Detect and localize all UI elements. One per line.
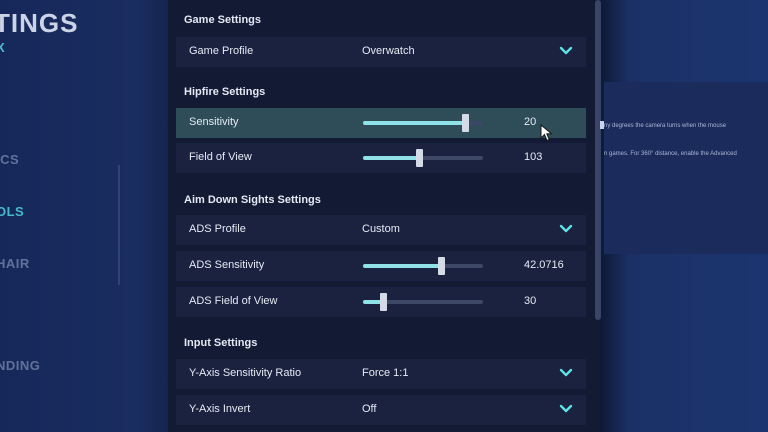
game-profile-dropdown[interactable]: Game Profile Overwatch [176, 37, 586, 67]
fov-slider-fill [363, 156, 420, 160]
ads-profile-label: ADS Profile [189, 223, 246, 235]
y-axis-ratio-dropdown[interactable]: Y-Axis Sensitivity Ratio Force 1:1 [176, 359, 586, 389]
chevron-down-icon[interactable] [558, 43, 574, 59]
ads-sensitivity-slider[interactable] [363, 257, 483, 275]
nav-item-crosshair[interactable]: HAIR [0, 256, 30, 271]
nav-divider [118, 165, 120, 285]
panel-scrollbar[interactable] [595, 0, 601, 320]
sensitivity-slider-fill [363, 121, 465, 125]
mouse-pointer-icon [540, 124, 553, 142]
fov-label: Field of View [189, 151, 252, 163]
nav-item-controls[interactable]: OLS [0, 204, 24, 219]
section-title-hipfire: Hipfire Settings [184, 86, 266, 98]
y-axis-invert-value: Off [362, 403, 377, 415]
section-title-input: Input Settings [184, 337, 258, 349]
ads-fov-row[interactable]: ADS Field of View 30 [176, 287, 586, 317]
section-title-game: Game Settings [184, 14, 262, 26]
fov-value: 103 [524, 151, 543, 163]
ads-sensitivity-row[interactable]: ADS Sensitivity 42.0716 [176, 251, 586, 281]
game-profile-value: Overwatch [362, 45, 415, 57]
ads-profile-dropdown[interactable]: ADS Profile Custom [176, 215, 586, 245]
fov-slider-thumb[interactable] [416, 149, 424, 167]
ads-sensitivity-slider-thumb[interactable] [438, 257, 445, 275]
sensitivity-value: 20 [524, 116, 537, 128]
ads-sensitivity-label: ADS Sensitivity [189, 259, 265, 271]
settings-subtitle: X [0, 40, 5, 55]
sensitivity-slider[interactable] [363, 114, 483, 132]
chevron-down-icon[interactable] [558, 221, 574, 237]
setting-description-panel [604, 82, 768, 254]
sensitivity-label: Sensitivity [189, 116, 239, 128]
game-profile-label: Game Profile [189, 45, 254, 57]
settings-screen: TINGS X ICS OLS HAIR NDING Game Settings… [0, 0, 768, 432]
y-axis-invert-dropdown[interactable]: Y-Axis Invert Off [176, 395, 586, 425]
description-line-1: ny degrees the camera turns when the mou… [604, 123, 727, 129]
fov-row[interactable]: Field of View 103 [176, 143, 586, 173]
chevron-down-icon[interactable] [558, 365, 574, 381]
y-axis-ratio-label: Y-Axis Sensitivity Ratio [189, 367, 302, 379]
nav-item-keybinding[interactable]: NDING [0, 358, 40, 373]
section-title-ads: Aim Down Sights Settings [184, 194, 321, 206]
y-axis-invert-label: Y-Axis Invert [189, 403, 251, 415]
description-line-2: n games. For 360° distance, enable the A… [604, 151, 737, 157]
ads-fov-slider[interactable] [363, 293, 483, 311]
nav-item-graphics[interactable]: ICS [0, 152, 19, 167]
fov-slider[interactable] [363, 149, 483, 167]
ads-fov-value: 30 [524, 295, 537, 307]
ads-sensitivity-value: 42.0716 [524, 259, 564, 271]
ads-fov-slider-thumb[interactable] [380, 293, 388, 311]
y-axis-ratio-value: Force 1:1 [362, 367, 409, 379]
sensitivity-slider-thumb[interactable] [462, 114, 469, 132]
settings-title: TINGS [0, 8, 79, 38]
chevron-down-icon[interactable] [558, 401, 574, 417]
sensitivity-row[interactable]: Sensitivity 20 [176, 108, 586, 138]
ads-fov-label: ADS Field of View [189, 295, 278, 307]
ads-profile-value: Custom [362, 223, 400, 235]
ads-sensitivity-slider-fill [363, 264, 441, 268]
